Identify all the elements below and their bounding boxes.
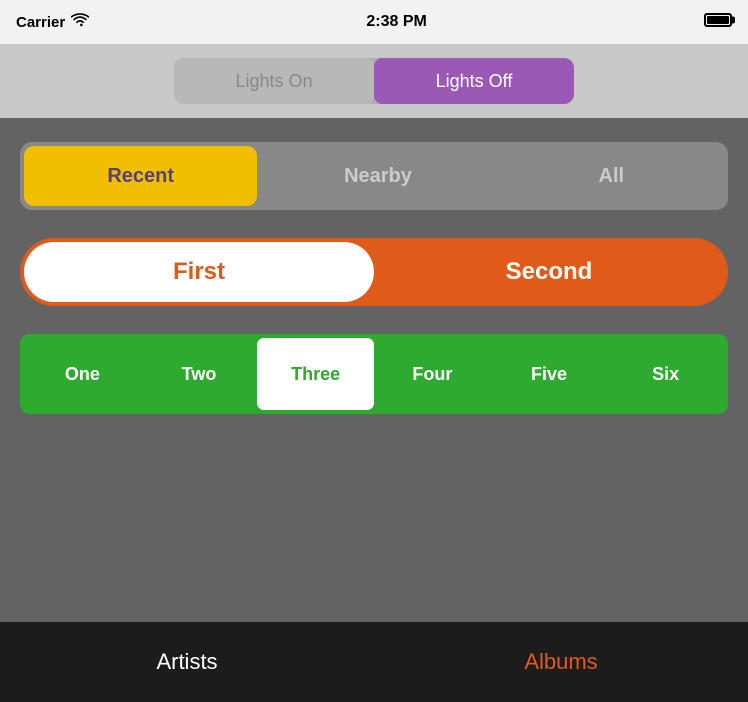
lights-on-option[interactable]: Lights On [174,58,374,104]
seg3-six[interactable]: Six [607,338,724,410]
first-second-control[interactable]: First Second [20,238,728,306]
seg2-second[interactable]: Second [374,242,724,302]
seg2-first[interactable]: First [24,242,374,302]
tab-albums[interactable]: Albums [374,649,748,675]
status-time: 2:38 PM [366,13,426,31]
carrier-info: Carrier [16,13,89,31]
lights-off-option[interactable]: Lights Off [374,58,574,104]
bottom-tab-bar: Artists Albums [0,622,748,702]
seg3-five[interactable]: Five [491,338,608,410]
seg3-three[interactable]: Three [257,338,374,410]
seg3-four[interactable]: Four [374,338,491,410]
recent-nearby-all-control[interactable]: Recent Nearby All [20,142,728,210]
seg1-all[interactable]: All [495,142,728,210]
tab-artists[interactable]: Artists [0,649,374,675]
carrier-label: Carrier [16,14,65,31]
status-bar: Carrier 2:38 PM [0,0,748,44]
main-content: Recent Nearby All First Second One Two T… [0,118,748,622]
lights-toggle[interactable]: Lights On Lights Off [174,58,574,104]
top-toggle-bar: Lights On Lights Off [0,44,748,118]
seg1-nearby[interactable]: Nearby [261,142,494,210]
seg1-recent[interactable]: Recent [24,146,257,206]
wifi-icon [71,13,89,31]
seg3-one[interactable]: One [24,338,141,410]
seg3-two[interactable]: Two [141,338,258,410]
one-to-six-control[interactable]: One Two Three Four Five Six [20,334,728,414]
battery-indicator [704,13,732,32]
